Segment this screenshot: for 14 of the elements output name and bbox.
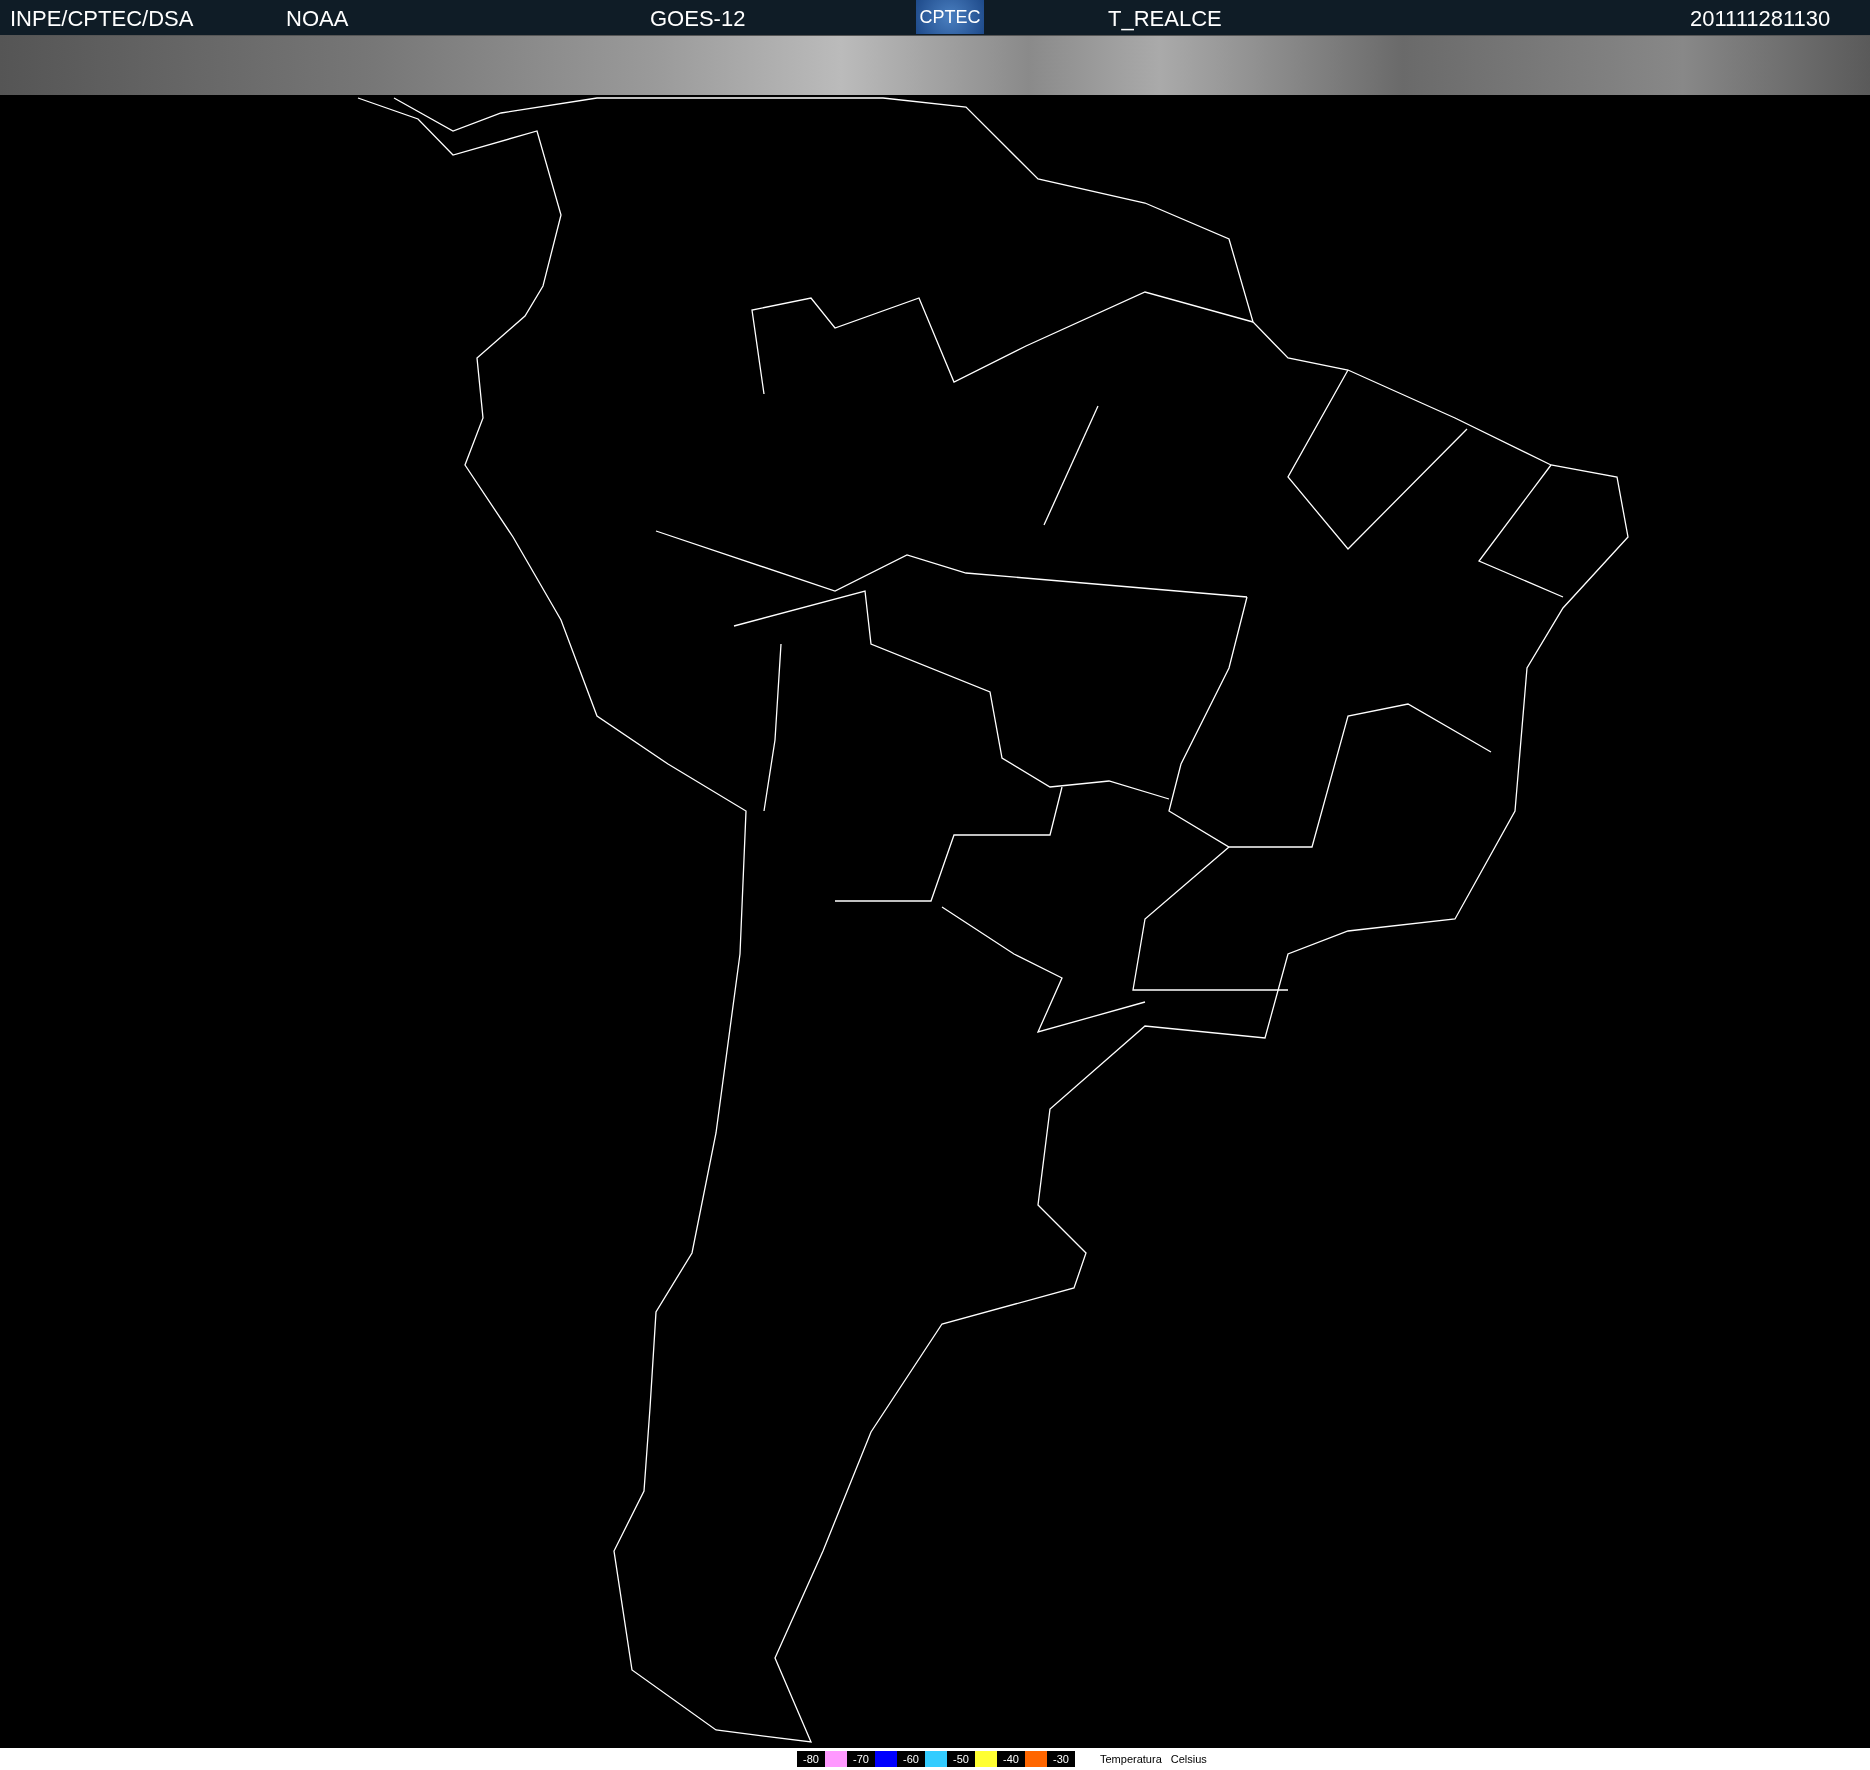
scale-value: -80 [797, 1751, 825, 1767]
scale-value: -50 [947, 1751, 975, 1767]
source-label: INPE/CPTEC/DSA [10, 6, 194, 32]
timestamp-label: 201111281130 [1690, 6, 1831, 32]
product-label: T_REALCE [1108, 6, 1222, 32]
satellite-label: GOES-12 [650, 6, 746, 32]
unit-label: Celsius [1170, 1753, 1207, 1765]
scale-value: -60 [897, 1751, 925, 1767]
legend-title: Temperatura [1100, 1753, 1162, 1765]
logo: CPTEC [916, 0, 984, 34]
scale-value: -40 [997, 1751, 1025, 1767]
scale-value: -70 [847, 1751, 875, 1767]
scale-value: -30 [1047, 1751, 1075, 1767]
agency-label: NOAA [286, 6, 349, 32]
